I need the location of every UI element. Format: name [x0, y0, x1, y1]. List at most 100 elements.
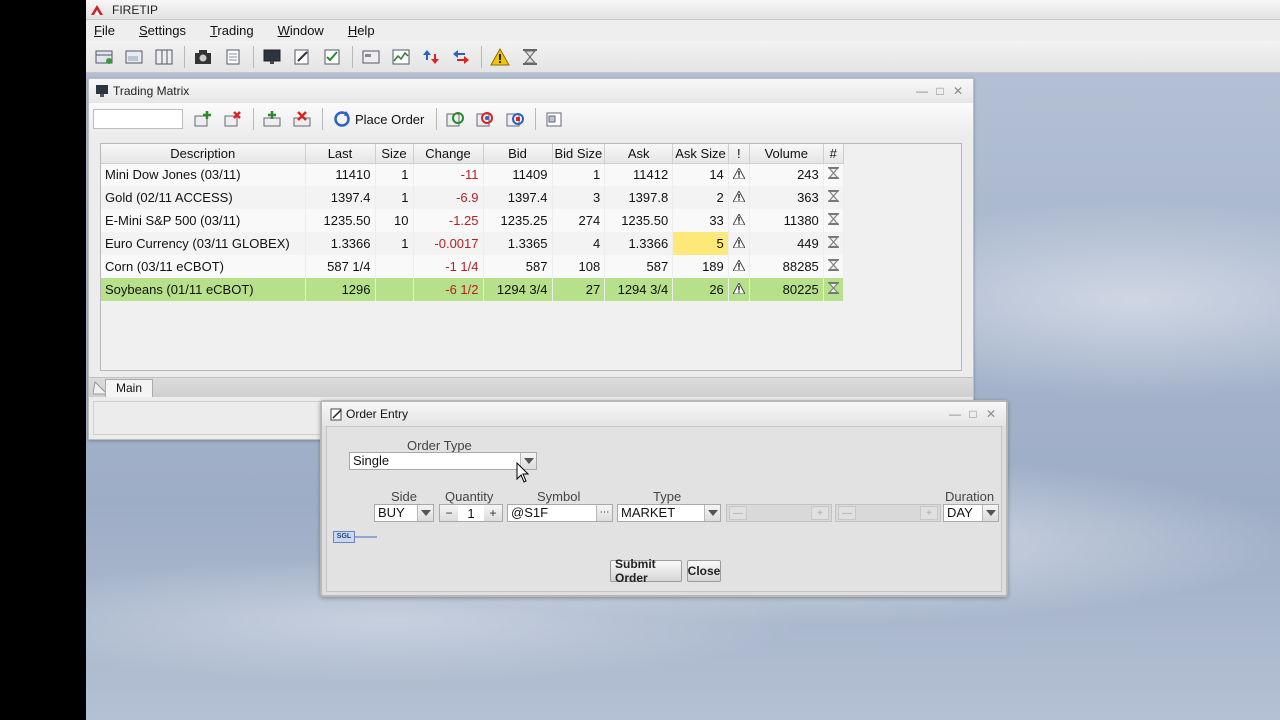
minimize-icon[interactable]: —: [915, 84, 929, 98]
table-row[interactable]: Mini Dow Jones (03/11) 11410 1 -11 11409…: [101, 163, 844, 186]
close-icon[interactable]: ✕: [951, 84, 965, 98]
news-icon[interactable]: [359, 45, 383, 69]
minus-icon[interactable]: −: [440, 505, 458, 521]
order-entry-titlebar[interactable]: Order Entry — □ ✕: [322, 402, 1006, 426]
checklist-icon[interactable]: [320, 45, 344, 69]
warning-icon[interactable]: [488, 45, 512, 69]
column-header[interactable]: Bid: [483, 144, 553, 164]
ellipsis-icon[interactable]: ⋯: [596, 505, 612, 521]
refresh-icon: [334, 111, 350, 127]
transfer-arrows-icon[interactable]: [449, 45, 473, 69]
refresh-red-icon[interactable]: [503, 107, 527, 131]
hourglass-icon[interactable]: [823, 255, 844, 278]
column-header[interactable]: Last: [305, 144, 376, 164]
chevron-down-icon[interactable]: [417, 505, 433, 521]
column-header[interactable]: #: [823, 144, 844, 164]
column-header[interactable]: Ask Size: [672, 144, 729, 164]
menu-window[interactable]: Window: [278, 23, 324, 38]
cell-description: Gold (02/11 ACCESS): [101, 186, 306, 209]
refresh-green-icon[interactable]: [443, 107, 467, 131]
alert-icon[interactable]: [728, 209, 750, 232]
minimize-icon[interactable]: —: [948, 407, 962, 421]
remove-row-icon[interactable]: [221, 107, 245, 131]
hourglass-icon[interactable]: [823, 278, 844, 301]
edit-icon[interactable]: [290, 45, 314, 69]
column-header[interactable]: !: [728, 144, 750, 164]
menu-settings[interactable]: Settings: [139, 23, 186, 38]
table-row[interactable]: Gold (02/11 ACCESS) 1397.4 1 -6.9 1397.4…: [101, 186, 844, 209]
column-header[interactable]: Bid Size: [552, 144, 606, 164]
table-row-selected[interactable]: Soybeans (01/11 eCBOT) 1296 -6 1/2 1294 …: [101, 278, 844, 301]
order-arrows-icon[interactable]: [419, 45, 443, 69]
order-entry-window: Order Entry — □ ✕ Order Type Single Side…: [320, 400, 1008, 597]
cell-volume: 363: [749, 186, 824, 209]
alert-icon[interactable]: [728, 163, 750, 186]
alert-icon[interactable]: [728, 278, 750, 301]
cell-description: Soybeans (01/11 eCBOT): [101, 278, 306, 301]
column-header[interactable]: Change: [413, 144, 484, 164]
side-select[interactable]: BUY: [374, 504, 434, 522]
column-header[interactable]: Volume: [749, 144, 824, 164]
maximize-icon[interactable]: □: [933, 84, 947, 98]
hourglass-icon[interactable]: [823, 232, 844, 255]
plus-icon[interactable]: +: [484, 505, 502, 521]
cell-volume: 243: [749, 163, 824, 186]
symbol-value: @S1F: [511, 505, 549, 520]
hourglass-icon[interactable]: [823, 163, 844, 186]
order-entry-title: Order Entry: [346, 407, 409, 421]
column-header[interactable]: Size: [375, 144, 414, 164]
duration-select[interactable]: DAY: [943, 504, 999, 522]
type-select[interactable]: MARKET: [617, 504, 721, 522]
cell-ask: 587: [604, 255, 674, 278]
hourglass-icon[interactable]: [518, 45, 542, 69]
menu-trading[interactable]: Trading: [210, 23, 254, 38]
refresh-multi-icon[interactable]: [473, 107, 497, 131]
cell-bid-size: 4: [552, 232, 606, 255]
column-header[interactable]: Description: [101, 144, 306, 164]
menu-file[interactable]: File: [94, 23, 115, 38]
firetip-logo-icon: [91, 4, 103, 15]
properties-icon[interactable]: [542, 107, 566, 131]
symbol-input[interactable]: @S1F ⋯: [507, 504, 613, 522]
place-order-button[interactable]: Place Order: [329, 108, 428, 130]
trading-matrix-titlebar[interactable]: Trading Matrix — □ ✕: [89, 79, 973, 103]
layout-icon[interactable]: [152, 45, 176, 69]
table-row[interactable]: E-Mini S&P 500 (03/11) 1235.50 10 -1.25 …: [101, 209, 844, 232]
column-header[interactable]: Ask: [604, 144, 674, 164]
close-button[interactable]: Close: [687, 560, 721, 582]
quantity-stepper[interactable]: − 1 +: [439, 504, 503, 522]
stop-price-field: — +: [835, 504, 941, 522]
alert-icon[interactable]: [728, 255, 750, 278]
table-row[interactable]: Corn (03/11 eCBOT) 587 1/4 -1 1/4 587 10…: [101, 255, 844, 278]
cell-ask-size: 33: [672, 209, 729, 232]
tab-main[interactable]: Main: [105, 379, 154, 397]
cell-bid-size: 274: [552, 209, 606, 232]
delete-symbol-icon[interactable]: [290, 107, 314, 131]
maximize-icon[interactable]: □: [966, 407, 980, 421]
alert-icon[interactable]: [728, 186, 750, 209]
menu-help[interactable]: Help: [348, 23, 375, 38]
chart-icon[interactable]: [389, 45, 413, 69]
insert-symbol-icon[interactable]: [260, 107, 284, 131]
quantity-value[interactable]: 1: [458, 506, 484, 521]
symbol-search-input[interactable]: [93, 109, 183, 129]
toolbar-separator: [352, 45, 353, 68]
new-matrix-icon[interactable]: [92, 45, 116, 69]
table-row[interactable]: Euro Currency (03/11 GLOBEX) 1.3366 1 -0…: [101, 232, 844, 255]
chevron-down-icon[interactable]: [982, 505, 998, 521]
hourglass-icon[interactable]: [823, 186, 844, 209]
document-icon[interactable]: [221, 45, 245, 69]
close-icon[interactable]: ✕: [984, 407, 998, 421]
alert-icon[interactable]: [728, 232, 750, 255]
camera-icon[interactable]: [191, 45, 215, 69]
monitor-icon[interactable]: [260, 45, 284, 69]
matrix-table: Description Last Size Change Bid Bid Siz…: [101, 144, 844, 301]
chevron-down-icon[interactable]: [704, 505, 720, 521]
new-window-icon[interactable]: [122, 45, 146, 69]
order-type-select[interactable]: Single: [349, 452, 537, 470]
submit-order-button[interactable]: Submit Order: [610, 557, 682, 585]
add-row-icon[interactable]: [191, 107, 215, 131]
matrix-grid: Description Last Size Change Bid Bid Siz…: [100, 143, 962, 371]
cell-bid: 587: [483, 255, 553, 278]
hourglass-icon[interactable]: [823, 209, 844, 232]
